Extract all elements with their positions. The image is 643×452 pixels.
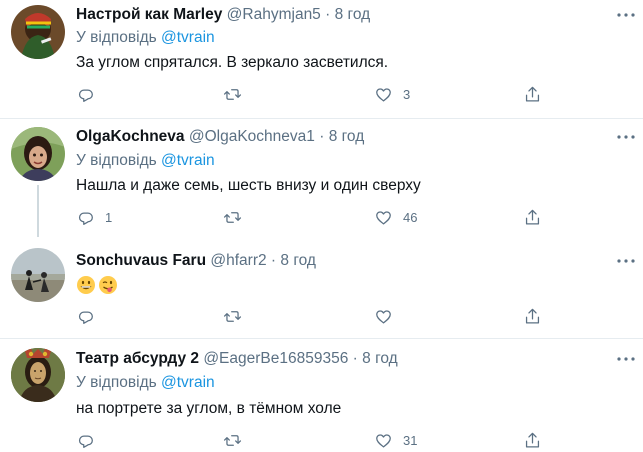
separator-dot: · [325, 6, 331, 23]
reply-button[interactable] [76, 84, 105, 104]
heart-icon [374, 208, 393, 227]
reply-mention[interactable]: @tvrain [161, 152, 215, 169]
reply-context: У відповідь @tvrain [76, 373, 215, 393]
reply-prefix: У відповідь [76, 374, 157, 391]
tweet-emoji [76, 275, 120, 295]
retweet-icon [223, 307, 242, 326]
like-button[interactable]: 3 [374, 84, 410, 104]
avatar[interactable] [11, 348, 65, 402]
reply-button[interactable]: 1 [76, 207, 112, 227]
share-icon [523, 208, 542, 227]
tweet[interactable]: OlgaKochneva @OlgaKochneva1 · 8 год У ві… [0, 119, 643, 239]
timestamp[interactable]: 8 год [362, 350, 398, 367]
avatar[interactable] [11, 127, 65, 181]
tweet-actions [76, 306, 546, 326]
share-icon [523, 85, 542, 104]
reply-icon [76, 431, 95, 450]
reply-icon [76, 85, 95, 104]
share-icon [523, 307, 542, 326]
thread-connector [37, 185, 39, 237]
more-icon[interactable] [615, 130, 637, 144]
share-button[interactable] [523, 84, 542, 104]
tweet-actions: 3 [76, 84, 546, 104]
tweet-text: на портрете за углом, в тёмном холе [76, 400, 342, 417]
reply-icon [76, 307, 95, 326]
timestamp[interactable]: 8 год [280, 252, 316, 269]
reply-count: 1 [105, 209, 113, 225]
grinning-face-emoji [77, 276, 95, 294]
tweet[interactable]: Театр абсурду 2 @EagerBe16859356 · 8 год… [0, 339, 643, 452]
display-name[interactable]: Sonchuvaus Faru [76, 252, 206, 269]
share-button[interactable] [523, 207, 542, 227]
separator-dot: · [319, 128, 325, 145]
tweet-actions: 1 46 [76, 207, 546, 227]
like-button[interactable]: 31 [374, 430, 417, 450]
avatar[interactable] [11, 248, 65, 302]
display-name[interactable]: OlgaKochneva [76, 128, 185, 145]
separator-dot: · [352, 350, 358, 367]
display-name[interactable]: Настрой как Marley [76, 6, 222, 23]
heart-icon [374, 307, 393, 326]
tweet-header: Sonchuvaus Faru @hfarr2 · 8 год [76, 251, 316, 271]
winking-face-with-tongue-emoji [99, 276, 117, 294]
separator-dot: · [270, 252, 277, 269]
tweet-header: OlgaKochneva @OlgaKochneva1 · 8 год [76, 127, 364, 147]
share-icon [523, 431, 542, 450]
user-handle[interactable]: @EagerBe16859356 [203, 350, 348, 367]
timestamp[interactable]: 8 год [329, 128, 365, 145]
user-handle[interactable]: @OlgaKochneva1 [189, 128, 315, 145]
tweet[interactable]: Настрой как Marley @Rahymjan5 · 8 год У … [0, 0, 643, 118]
retweet-icon [223, 208, 242, 227]
tweet-header: Настрой как Marley @Rahymjan5 · 8 год [76, 5, 370, 25]
display-name[interactable]: Театр абсурду 2 [76, 350, 199, 367]
more-icon[interactable] [615, 8, 637, 22]
share-button[interactable] [523, 306, 542, 326]
heart-icon [374, 431, 393, 450]
user-handle[interactable]: @Rahymjan5 [227, 6, 321, 23]
tweet[interactable]: Sonchuvaus Faru @hfarr2 · 8 год [0, 240, 643, 335]
like-count: 31 [403, 432, 418, 448]
reply-button[interactable] [76, 430, 105, 450]
retweet-icon [223, 431, 242, 450]
tweet-text: Нашла и даже семь, шесть внизу и один св… [76, 177, 421, 194]
like-count: 46 [403, 209, 418, 225]
like-count: 3 [403, 86, 411, 102]
reply-mention[interactable]: @tvrain [161, 29, 215, 46]
reply-prefix: У відповідь [76, 29, 157, 46]
more-icon[interactable] [615, 352, 637, 366]
tweet-text: За углом спрятался. В зеркало засветился… [76, 54, 389, 71]
share-button[interactable] [523, 430, 542, 450]
like-button[interactable] [374, 306, 403, 326]
retweet-icon [223, 85, 242, 104]
tweet-actions: 31 [76, 430, 546, 450]
reply-context: У відповідь @tvrain [76, 28, 215, 48]
heart-icon [374, 85, 393, 104]
reply-mention[interactable]: @tvrain [161, 374, 215, 391]
reply-button[interactable] [76, 306, 105, 326]
user-handle[interactable]: @hfarr2 [210, 252, 266, 269]
more-icon[interactable] [615, 254, 637, 268]
like-button[interactable]: 46 [374, 207, 417, 227]
timestamp[interactable]: 8 год [335, 6, 371, 23]
avatar[interactable] [11, 5, 65, 59]
reply-icon [76, 208, 95, 227]
tweet-header: Театр абсурду 2 @EagerBe16859356 · 8 год [76, 349, 398, 369]
retweet-button[interactable] [223, 306, 252, 326]
reply-prefix: У відповідь [76, 152, 157, 169]
retweet-button[interactable] [223, 430, 252, 450]
retweet-button[interactable] [223, 84, 252, 104]
reply-context: У відповідь @tvrain [76, 151, 215, 171]
retweet-button[interactable] [223, 207, 252, 227]
